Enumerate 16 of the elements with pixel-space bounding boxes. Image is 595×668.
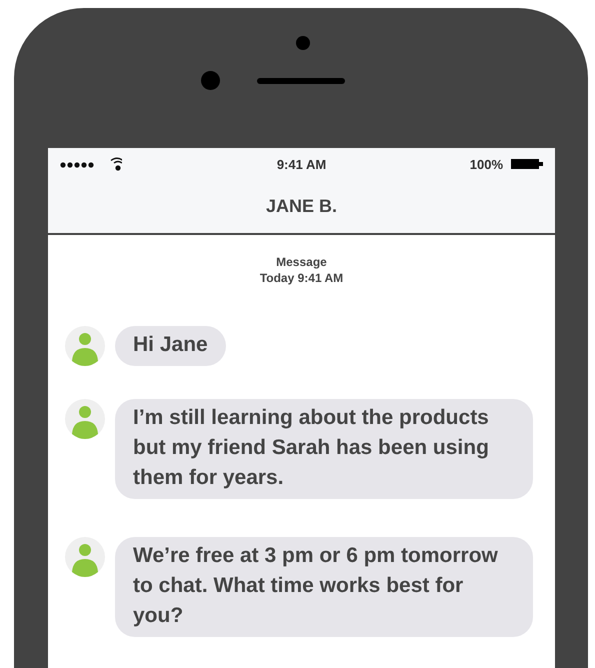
battery-icon [511,159,543,169]
avatar-icon [65,399,105,439]
message-bubble: I’m still learning about the products but my friend Sarah has been using them for years. [115,399,533,499]
message-bubble: We’re free at 3 pm or 6 pm tomorrow to chat. What time works best for you? [115,537,533,637]
status-time: 9:41 AM [276,156,326,172]
sensor-icon [201,71,220,90]
avatar-icon [65,326,105,366]
speaker-icon [257,78,345,84]
avatar-icon [65,537,105,577]
thread-timestamp: Today 9:41 AM [260,270,344,286]
contact-name: JANE B. [266,196,337,217]
camera-icon [296,36,310,50]
battery-percent: 100% [470,156,503,172]
thread-label: Message [276,254,327,270]
signal-wifi-icon [60,157,122,171]
message-bubble: Hi Jane [115,326,226,366]
